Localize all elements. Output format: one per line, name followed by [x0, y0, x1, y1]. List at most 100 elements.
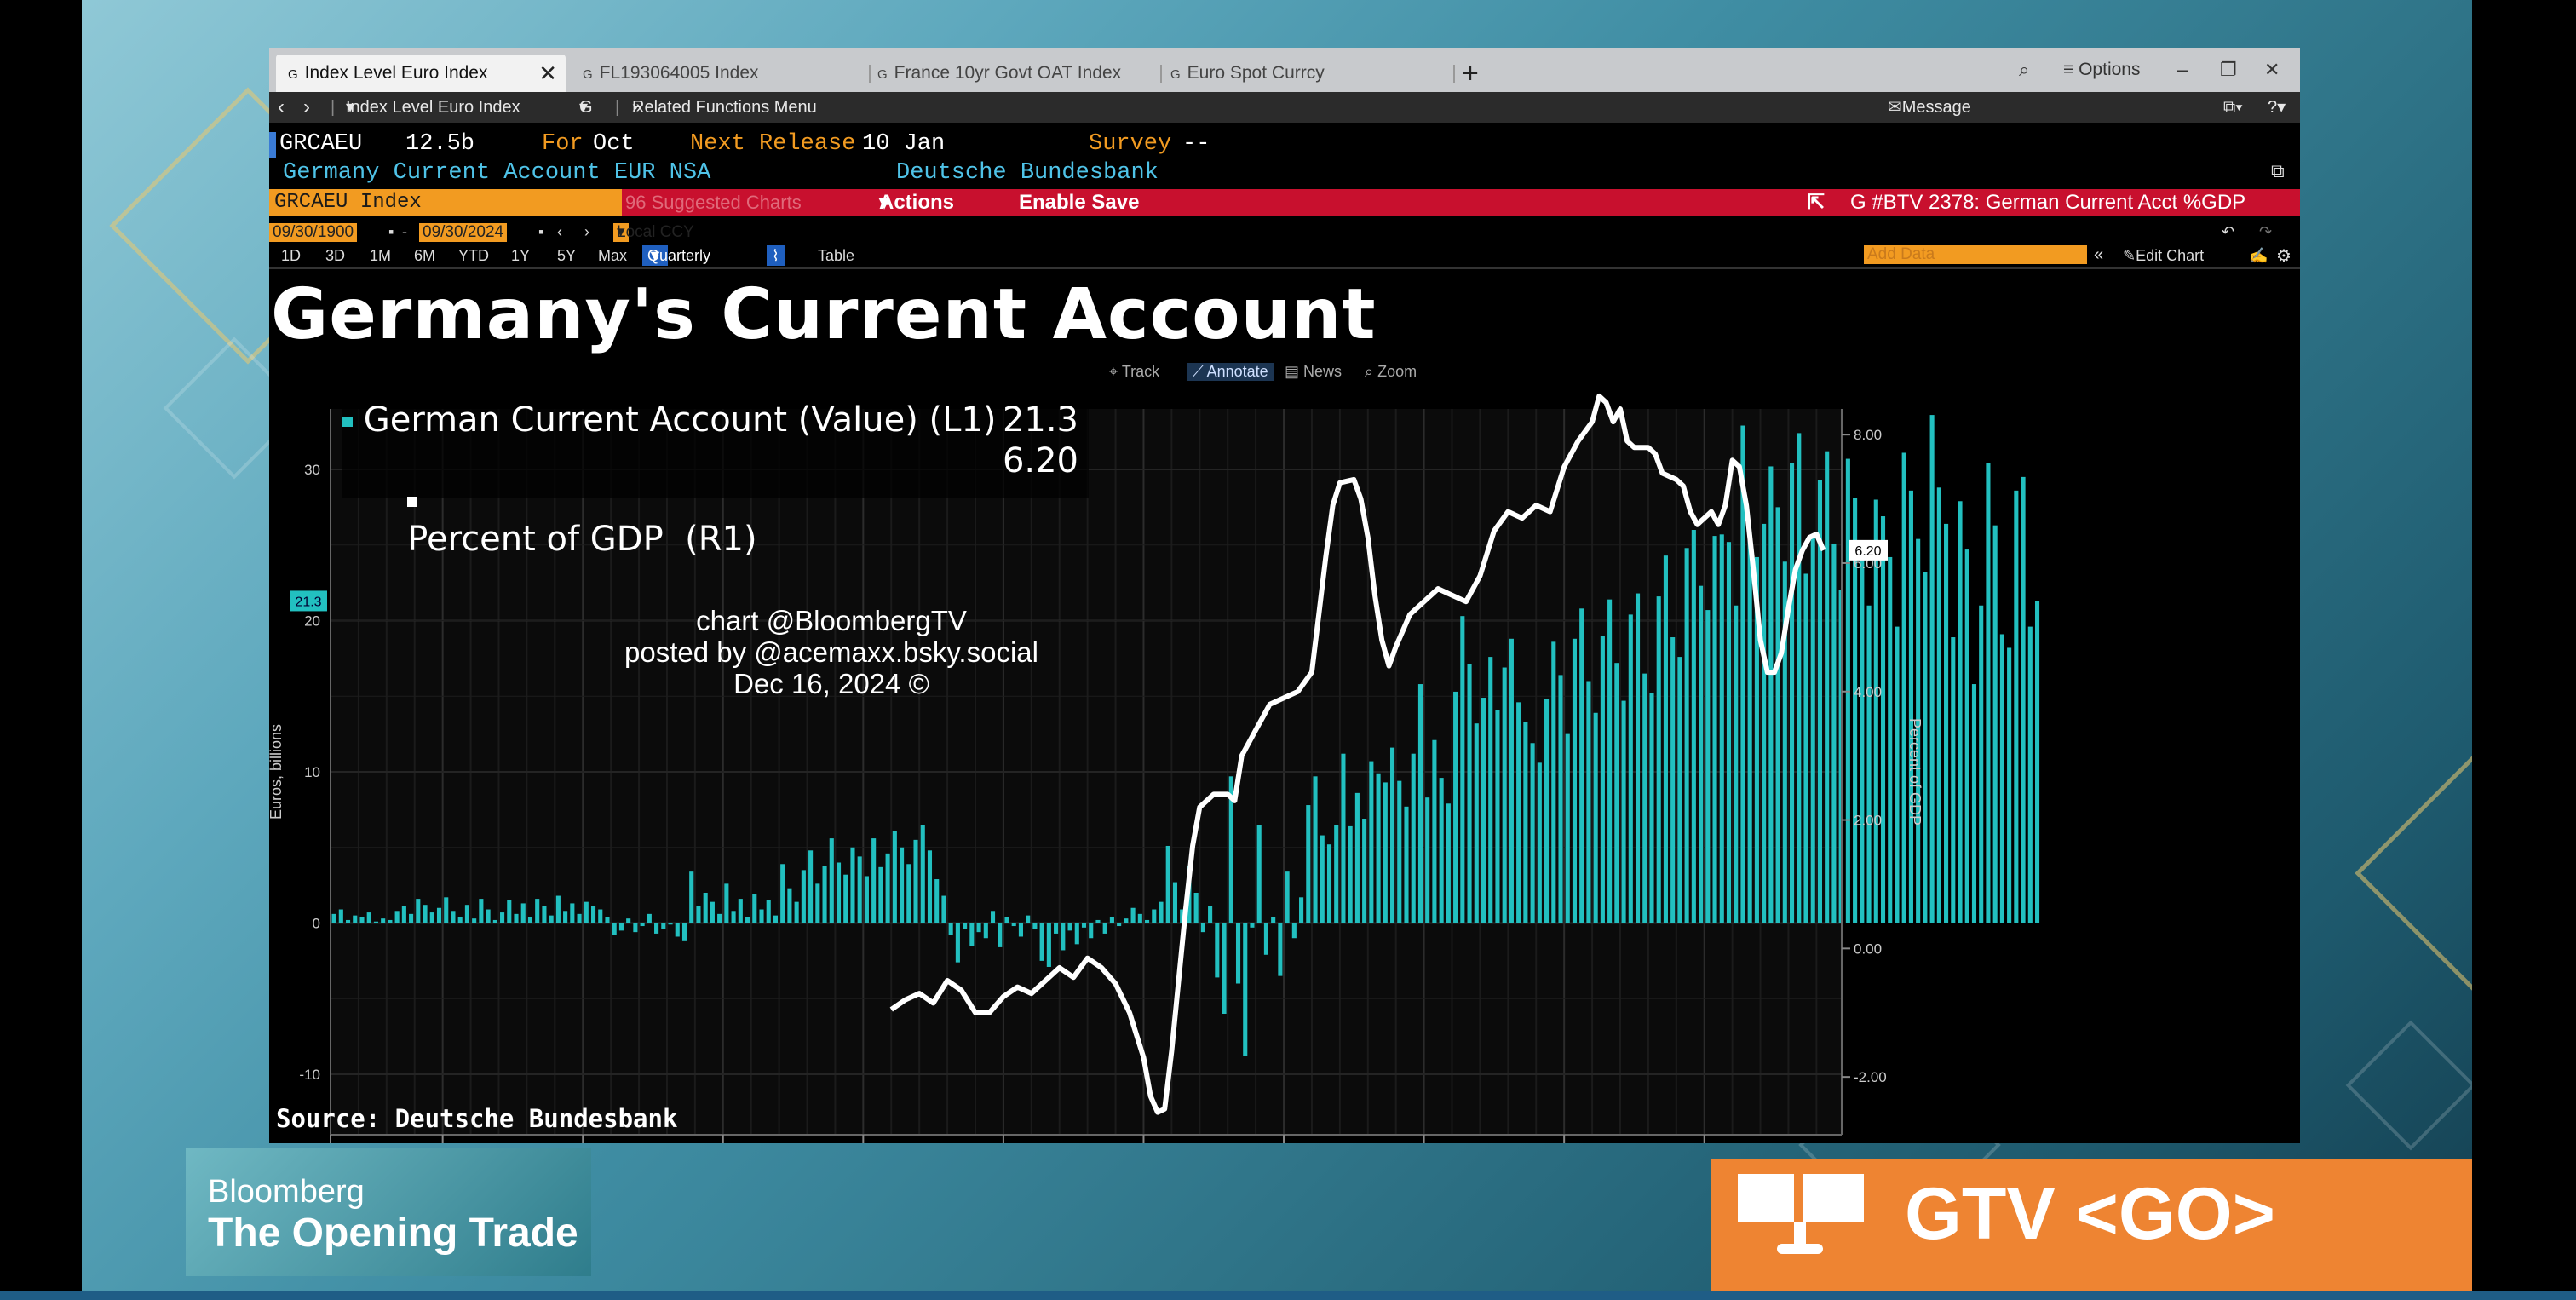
- security-label: Index Level Euro Index: [346, 98, 520, 117]
- bar: [1565, 733, 1570, 923]
- related-functions-menu[interactable]: Related Functions Menu »: [632, 92, 817, 123]
- bar: [436, 907, 442, 923]
- bar: [1642, 673, 1647, 923]
- calendar-icon[interactable]: ▪: [388, 223, 394, 241]
- add-data-field[interactable]: Add Data: [1864, 245, 2087, 264]
- next-release-label: Next Release: [690, 131, 856, 157]
- export-icon[interactable]: ⇱: [1808, 189, 1825, 216]
- bar: [1354, 792, 1360, 923]
- bar: [836, 862, 842, 923]
- g-icon: G: [583, 67, 593, 82]
- tab-index-level[interactable]: G Index Level Euro Index ✕: [276, 55, 566, 92]
- end-date-field[interactable]: 09/30/2024: [419, 223, 508, 242]
- gear-icon[interactable]: ⚙: [2276, 245, 2291, 267]
- bar: [969, 923, 975, 946]
- ticker-marker: [269, 132, 276, 158]
- popout-icon[interactable]: ⧉: [2271, 160, 2285, 182]
- bar: [486, 909, 491, 923]
- suggested-charts[interactable]: 96 Suggested Charts: [625, 189, 802, 216]
- close-window-icon[interactable]: ✕: [2264, 56, 2280, 83]
- bar: [668, 923, 673, 925]
- bar: [1291, 923, 1297, 939]
- frequency-select[interactable]: Quarterly ▼: [642, 245, 710, 266]
- bar: [1768, 466, 1774, 923]
- period-6m[interactable]: 6M: [414, 247, 435, 265]
- bar: [535, 899, 540, 923]
- watermark-line: chart @BloombergTV: [696, 605, 967, 636]
- new-tab-icon[interactable]: +: [1462, 55, 1479, 92]
- enable-save-button[interactable]: Enable Save: [1019, 189, 1139, 216]
- layout-icon[interactable]: ⧉▾: [2223, 92, 2243, 123]
- redo-icon[interactable]: ↷: [2259, 223, 2272, 241]
- bar: [1417, 684, 1423, 923]
- bar: [2007, 647, 2012, 923]
- period-max[interactable]: Max: [598, 247, 627, 265]
- security-dropdown[interactable]: Index Level Euro Index ▾: [346, 92, 520, 123]
- help-icon[interactable]: ?▾: [2268, 92, 2286, 123]
- security-field[interactable]: GRCAEU Index: [269, 189, 622, 216]
- bar: [1026, 915, 1031, 923]
- news-tool[interactable]: ▤ News: [1285, 363, 1342, 381]
- bar: [1102, 923, 1107, 934]
- bar: [1726, 542, 1732, 923]
- track-tool[interactable]: ⌖ Track: [1109, 363, 1159, 381]
- bar: [626, 918, 631, 923]
- survey-value: --: [1182, 131, 1210, 157]
- zoom-tool[interactable]: ⌕ Zoom: [1365, 363, 1417, 381]
- last-value-right: 6.20: [1854, 544, 1881, 559]
- annotate-icon[interactable]: ✍: [2249, 247, 2268, 265]
- bar: [850, 847, 855, 923]
- bar: [675, 923, 680, 937]
- period-1d[interactable]: 1D: [281, 247, 301, 265]
- g-dropdown[interactable]: G ▾: [579, 92, 593, 123]
- bar: [1095, 919, 1101, 923]
- bar: [1124, 918, 1129, 923]
- tool-label: Zoom: [1377, 363, 1417, 380]
- back-icon[interactable]: ‹: [278, 92, 285, 123]
- currency-select[interactable]: Local CCY ▾: [613, 223, 694, 242]
- right-tick-label: -2.00: [1854, 1069, 1887, 1085]
- actions-label: Actions: [879, 191, 955, 214]
- options-button[interactable]: ≡ Options: [2063, 56, 2140, 83]
- minimize-icon[interactable]: –: [2177, 56, 2188, 83]
- start-date-field[interactable]: 09/30/1900: [269, 223, 358, 242]
- forward-icon[interactable]: ›: [303, 92, 310, 123]
- message-button[interactable]: ✉ Message: [1888, 92, 1971, 123]
- prev-icon[interactable]: ‹: [557, 223, 562, 241]
- period-ytd[interactable]: YTD: [458, 247, 489, 265]
- g-icon: G: [1170, 67, 1181, 82]
- monitor-icon: [1738, 1174, 1864, 1254]
- survey-label: Survey: [1089, 131, 1172, 157]
- period-5y[interactable]: 5Y: [557, 247, 576, 265]
- search-icon[interactable]: ⌕: [2019, 56, 2029, 83]
- bar: [1530, 743, 1535, 923]
- calendar-icon[interactable]: ▪: [538, 223, 543, 241]
- collapse-icon[interactable]: «: [2094, 245, 2103, 265]
- tab-euro-spot[interactable]: G Euro Spot Currcy: [1170, 55, 1325, 92]
- tab-fl-index[interactable]: G FL193064005 Index: [583, 55, 759, 92]
- divider: [269, 267, 2300, 269]
- chart-type-icon[interactable]: ⌇: [767, 245, 785, 266]
- bottom-rule: [0, 1291, 2576, 1300]
- table-button[interactable]: Table: [818, 247, 854, 265]
- bar: [1825, 451, 1830, 923]
- actions-menu[interactable]: Actions ▾: [879, 189, 954, 216]
- period-3d[interactable]: 3D: [325, 247, 345, 265]
- tab-strip: G Index Level Euro Index ✕ G FL193064005 I…: [269, 48, 2300, 92]
- tab-divider: [1453, 65, 1455, 83]
- annotate-tool[interactable]: ⟋ Annotate: [1187, 363, 1274, 381]
- restore-icon[interactable]: ❐: [2220, 56, 2237, 83]
- tab-france-oat[interactable]: G France 10yr Govt OAT Index: [877, 55, 1121, 92]
- undo-icon[interactable]: ↶: [2222, 223, 2234, 241]
- next-icon[interactable]: ›: [584, 223, 589, 241]
- bar: [1453, 691, 1458, 923]
- legend-swatch: [342, 417, 353, 427]
- bar: [1383, 782, 1388, 923]
- for-value: Oct: [593, 131, 635, 157]
- edit-chart-button[interactable]: ✎ Edit Chart: [2123, 247, 2204, 265]
- bar: [1558, 675, 1563, 923]
- bar: [759, 909, 764, 923]
- close-icon[interactable]: ✕: [538, 55, 557, 92]
- period-1m[interactable]: 1M: [370, 247, 391, 265]
- period-1y[interactable]: 1Y: [511, 247, 530, 265]
